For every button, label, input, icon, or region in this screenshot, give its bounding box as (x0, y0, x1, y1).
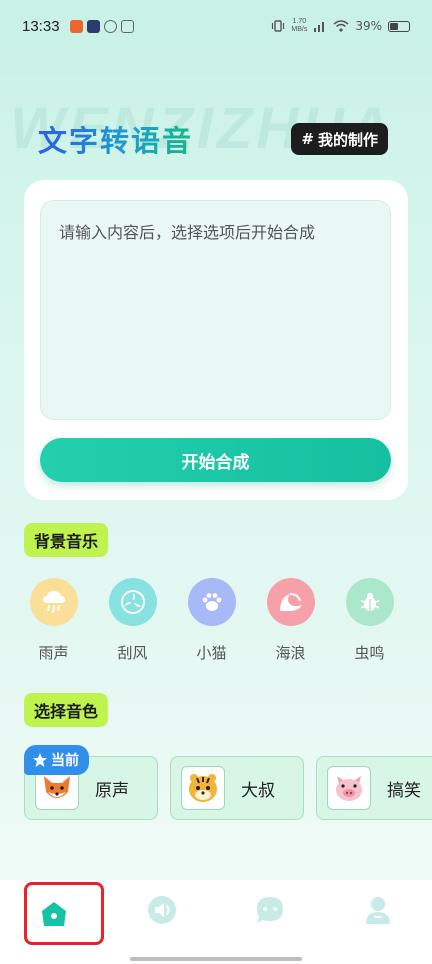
status-time: 13:33 (22, 17, 60, 35)
voice-label: 原声 (95, 780, 129, 801)
tiger-avatar-icon (181, 766, 225, 810)
nav-audio[interactable] (108, 888, 216, 964)
bg-music-label: 海浪 (275, 644, 306, 662)
status-bar: 13:33 1.70 MB/s 39% (0, 0, 432, 52)
fan-icon (108, 578, 157, 626)
chat-bubble-icon (254, 894, 286, 926)
bg-music-label: 小猫 (196, 644, 227, 662)
bg-music-item-waves[interactable]: 海浪 (251, 578, 330, 663)
net-speed: 1.70 MB/s (291, 18, 307, 34)
vibrate-icon (272, 20, 285, 32)
bg-music-item-rain[interactable]: 雨声 (14, 578, 93, 663)
bg-music-label: 虫鸣 (354, 644, 385, 662)
sync-notification-icon (103, 19, 117, 33)
voice-card-funny[interactable]: 搞笑 (316, 756, 432, 820)
current-badge-label: 当前 (51, 753, 79, 769)
voice-label: 搞笑 (387, 780, 421, 801)
bg-music-label: 雨声 (38, 644, 69, 662)
status-right: 1.70 MB/s 39% (271, 18, 410, 34)
net-speed-value: 1.70 (292, 18, 307, 25)
voice-heading: 选择音色 (24, 693, 109, 727)
background-music-list: 雨声 刮风 小猫 海浪 虫鸣 (14, 578, 424, 663)
wave-icon (266, 578, 315, 626)
bg-music-item-insects[interactable]: 虫鸣 (330, 578, 409, 663)
star-icon (33, 753, 47, 767)
bg-music-item-wind[interactable]: 刮风 (93, 578, 172, 663)
person-icon (362, 894, 394, 926)
text-input[interactable]: 请输入内容后，选择选项后开始合成 (40, 200, 391, 420)
start-synthesis-button[interactable]: 开始合成 (40, 438, 391, 482)
home-indicator[interactable] (130, 957, 302, 961)
battery-percent: 39% (355, 19, 382, 33)
selection-highlight (24, 882, 104, 945)
editor-card: 请输入内容后，选择选项后开始合成 开始合成 (24, 180, 408, 500)
wifi-icon (333, 20, 349, 32)
video-app-notification-icon (86, 19, 100, 33)
notes-notification-icon (120, 19, 134, 33)
bg-music-label: 刮风 (117, 644, 148, 662)
bug-icon (345, 578, 394, 626)
battery-icon (388, 20, 410, 32)
nav-chat[interactable] (216, 888, 324, 964)
speaker-icon (146, 894, 178, 926)
my-works-label: 我的制作 (317, 130, 378, 149)
voice-card-uncle[interactable]: 大叔 (170, 756, 304, 820)
hash-icon: # (301, 130, 314, 148)
paw-icon (187, 578, 236, 626)
signal-icon (314, 22, 325, 32)
current-badge: 当前 (24, 745, 89, 775)
background-music-heading: 背景音乐 (24, 523, 109, 557)
pig-avatar-icon (327, 766, 371, 810)
net-speed-unit: MB/s (291, 26, 308, 33)
nav-profile[interactable] (324, 888, 432, 964)
bg-music-item-cat[interactable]: 小猫 (172, 578, 251, 663)
voice-label: 大叔 (241, 780, 275, 801)
my-works-button[interactable]: # 我的制作 (291, 123, 388, 155)
page-title: 文字转语音 (38, 118, 193, 160)
rain-cloud-icon (29, 578, 78, 626)
app-notification-icon (69, 19, 83, 33)
